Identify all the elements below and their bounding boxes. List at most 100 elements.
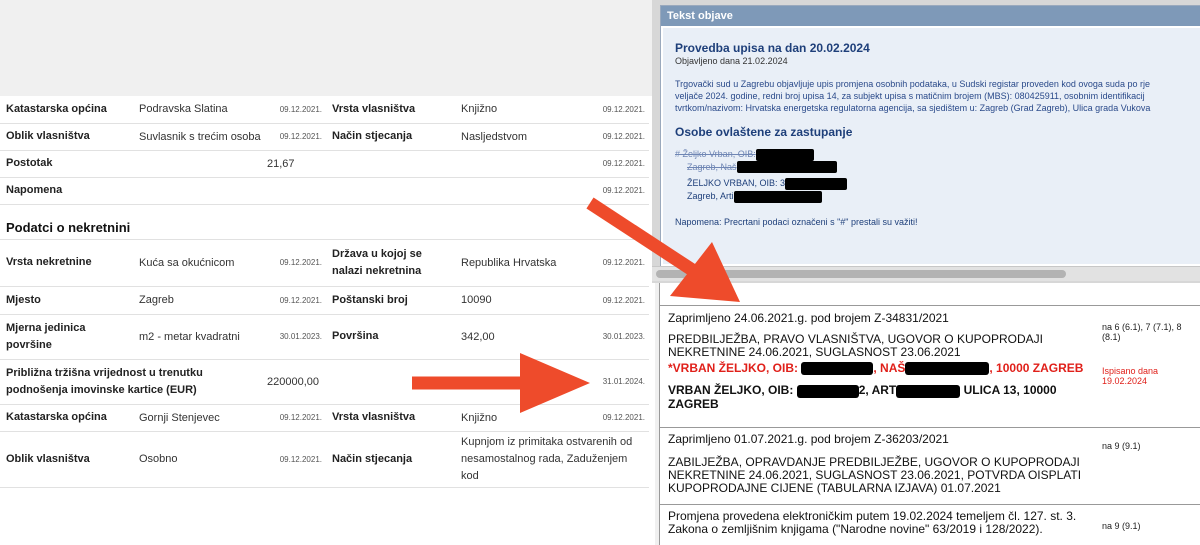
old-owner-text: , 10000 ZAGREB (989, 361, 1084, 375)
entry-new-owner: VRBAN ŽELJKO, OIB: 2, ART ULICA 13, 1000… (668, 383, 1098, 398)
old-person-line: # Željko Vrban, OIB: (675, 149, 756, 159)
table-row: Mjesto Zagreb 09.12.2021. Poštanski broj… (0, 286, 649, 315)
value-trzisna: 220000,00 (261, 359, 593, 405)
redaction (796, 384, 859, 398)
date: 09.12.2021. (261, 286, 326, 315)
registry-entry: Promjena provedena elektroničkim putem 1… (660, 505, 1200, 545)
registry-entry: Zaprimljeno 01.07.2021.g. pod brojem Z-3… (660, 428, 1200, 505)
table-row: Mjerna jedinica površine m2 - metar kvad… (0, 314, 649, 360)
redaction (801, 362, 874, 376)
date: 30.01.2023. (593, 314, 649, 360)
property-card-panel: Katastarska općina Podravska Slatina 09.… (0, 96, 655, 545)
value-katastarska: Podravska Slatina (133, 96, 261, 124)
entry-received: Zaprimljeno 01.07.2021.g. pod brojem Z-3… (668, 432, 949, 446)
value-vrsta-vlasnistva-2: Knjižno (455, 404, 593, 432)
label-napomena: Napomena (0, 177, 261, 205)
entry-reference: na 9 (9.1) (1102, 521, 1141, 531)
label-katastarska: Katastarska općina (0, 96, 133, 124)
label-postotak: Postotak (0, 150, 261, 178)
notice-text-line: tvrtkom/nazivom: Hrvatska energetska reg… (675, 103, 1151, 113)
notice-text-line: Trgovački sud u Zagrebu objavljuje upis … (675, 79, 1150, 89)
entry-content: Zaprimljeno 24.06.2021.g. pod brojem Z-3… (668, 312, 1098, 411)
label-katastarska-2: Katastarska općina (0, 404, 133, 432)
date: 09.12.2021. (593, 286, 649, 315)
date: 09.12.2021. (593, 150, 649, 178)
notice-frame: Tekst objave Provedba upisa na dan 20.02… (660, 5, 1200, 267)
entry-new-owner: ZAGREB (668, 396, 719, 411)
old-person-entry: # Željko Vrban, OIB: Zagreb, Naš (675, 148, 1188, 174)
printed-date: 19.02.2024 (1102, 376, 1148, 386)
notice-text: Trgovački sud u Zagrebu objavljuje upis … (675, 78, 1188, 114)
entry-printed-label: Ispisano dana 19.02.2024 (1102, 366, 1158, 386)
redaction (785, 177, 848, 190)
table-row: Oblik vlasništva Suvlasnik s trećim osob… (0, 123, 649, 151)
redaction (896, 384, 961, 398)
old-owner-text: *VRBAN ŽELJKO, OIB: (668, 361, 799, 375)
label-trzisna: Približna tržišna vrijednost u trenutku … (0, 359, 261, 405)
table-row: Približna tržišna vrijednost u trenutku … (0, 359, 649, 405)
entry-content: Zaprimljeno 01.07.2021.g. pod brojem Z-3… (668, 433, 1098, 495)
persons-title: Osobe ovlaštene za zastupanje (675, 125, 853, 139)
entry-description: KUPOPRODAJNE CIJENE (TABULARNA IZJAVA) 0… (668, 481, 1001, 495)
scrollbar-thumb[interactable] (656, 270, 1066, 278)
value-mjerna: m2 - metar kvadratni (133, 314, 261, 360)
notice-window: Tekst objave Provedba upisa na dan 20.02… (652, 0, 1200, 283)
entry-content: Promjena provedena elektroničkim putem 1… (668, 510, 1098, 536)
old-owner-text: , NAŠ (873, 361, 906, 375)
date: 31.01.2024. (593, 359, 649, 405)
new-owner-text: ULICA 13, 10000 (960, 383, 1057, 398)
value-napomena (261, 177, 593, 205)
date: 09.12.2021. (261, 431, 326, 488)
value-oblik-2: Osobno (133, 431, 261, 488)
redaction (736, 161, 837, 174)
date: 09.12.2021. (261, 123, 326, 151)
value-postanski: 10090 (455, 286, 593, 315)
date: 09.12.2021. (593, 177, 649, 205)
value-nacin: Nasljedstvom (455, 123, 593, 151)
label-nacin: Način stjecanja (326, 123, 455, 151)
value-postotak: 21,67 (261, 150, 593, 178)
entry-reference: na 9 (9.1) (1102, 441, 1141, 451)
table-row: Katastarska općina Gornji Stenjevec 09.1… (0, 404, 649, 432)
label-oblik: Oblik vlasništva (0, 123, 133, 151)
new-owner-text: VRBAN ŽELJKO, OIB: (668, 383, 794, 398)
entry-description: Zakona o zemljišnim knjigama ("Narodne n… (668, 522, 1043, 536)
redaction (905, 362, 990, 376)
label-vrsta-nekretnine: Vrsta nekretnine (0, 239, 133, 287)
notice-published: Objavljeno dana 21.02.2024 (675, 56, 788, 66)
table-row: Oblik vlasništva Osobno 09.12.2021. Nači… (0, 431, 649, 488)
label-drzava: Država u kojoj se nalazi nekretnina (326, 239, 455, 287)
value-drzava: Republika Hrvatska (455, 239, 593, 287)
value-nacin-2: Kupnjom iz primitaka ostvarenih od nesam… (455, 431, 649, 488)
value-vrsta-nekretnine: Kuća sa okućnicom (133, 239, 261, 287)
section-row: Podatci o nekretnini (0, 204, 649, 240)
table-row: Katastarska općina Podravska Slatina 09.… (0, 96, 649, 124)
value-mjesto: Zagreb (133, 286, 261, 315)
section-title: Podatci o nekretnini (0, 204, 649, 240)
date: 09.12.2021. (593, 123, 649, 151)
new-owner-text: 2, ART (858, 383, 897, 398)
label-postanski: Poštanski broj (326, 286, 455, 315)
table-row: Napomena 09.12.2021. (0, 177, 649, 205)
entry-old-owner: *VRBAN ŽELJKO, OIB: , NAŠ , 10000 ZAGREB (668, 361, 1098, 376)
label-vrsta-vlasnistva: Vrsta vlasništva (326, 96, 455, 124)
date: 30.01.2023. (261, 314, 326, 360)
value-katastarska-2: Gornji Stenjevec (133, 404, 261, 432)
old-person-line: Zagreb, Naš (687, 161, 737, 172)
new-person-entry: ŽELJKO VRBAN, OIB: 3 Zagreb, Arti (687, 177, 1188, 203)
new-person-line: ŽELJKO VRBAN, OIB: 3 (687, 178, 786, 189)
horizontal-scrollbar[interactable] (652, 266, 1200, 281)
new-person-line: Zagreb, Arti (687, 190, 734, 201)
value-povrsina: 342,00 (455, 314, 593, 360)
date: 09.12.2021. (261, 404, 326, 432)
date: 09.12.2021. (593, 96, 649, 124)
date: 09.12.2021. (261, 96, 326, 124)
entry-reference: na 6 (6.1), 7 (7.1), 8 (8.1) (1102, 322, 1182, 342)
notice-text-line: veljače 2024. godine, redni broj upisa 1… (675, 91, 1145, 101)
label-mjesto: Mjesto (0, 286, 133, 315)
redaction (733, 190, 822, 203)
notice-header: Tekst objave (661, 6, 1200, 26)
date: 09.12.2021. (593, 404, 649, 432)
value-vrsta-vlasnistva: Knjižno (455, 96, 593, 124)
land-registry-panel: Zaprimljeno 24.06.2021.g. pod brojem Z-3… (659, 283, 1200, 545)
